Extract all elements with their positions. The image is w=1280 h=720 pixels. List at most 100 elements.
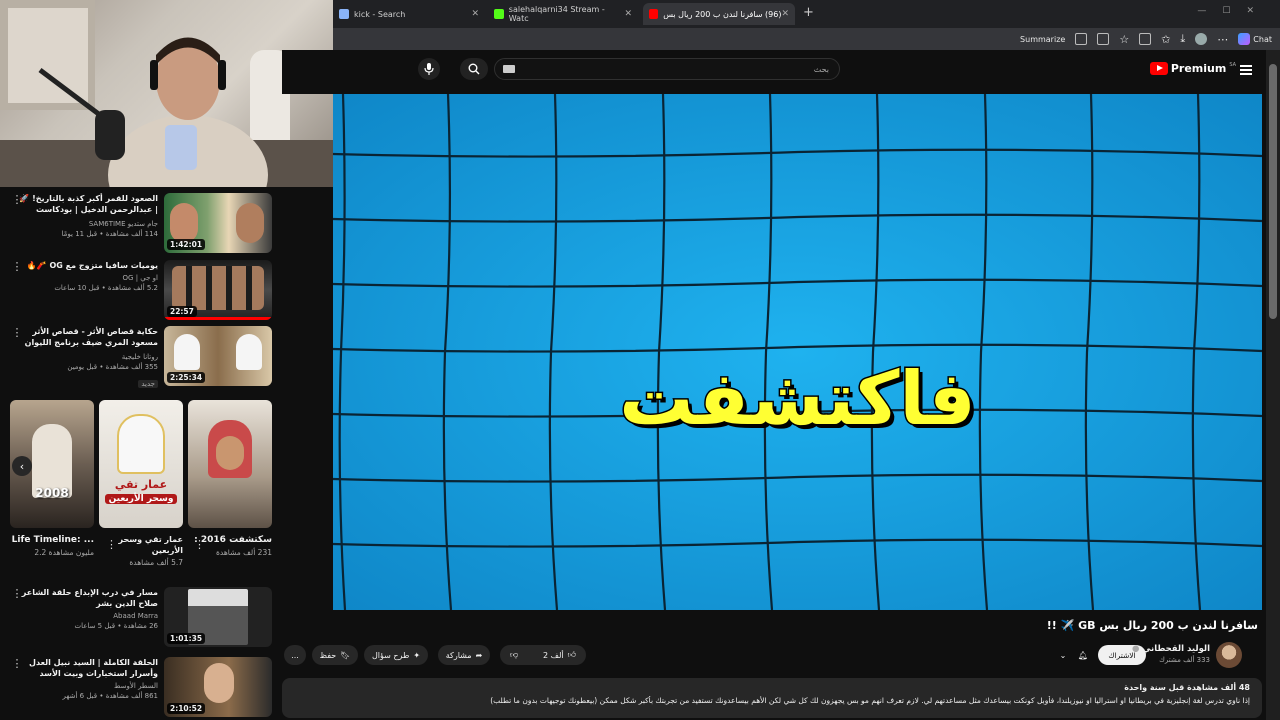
short-thumbnail[interactable] bbox=[188, 400, 272, 528]
like-dislike-group: 👎︎ 2 ألف 👍︎ bbox=[500, 645, 586, 665]
settings-more-icon[interactable]: ⋯ bbox=[1217, 33, 1228, 46]
favorites-icon[interactable]: ✩ bbox=[1161, 33, 1170, 46]
more-options-icon[interactable]: ⋮ bbox=[194, 538, 205, 551]
more-options-icon[interactable]: ⋮ bbox=[10, 657, 24, 670]
ask-button[interactable]: طرح سؤال ✦ bbox=[364, 645, 428, 665]
channel-name[interactable]: الوليد القحطاني ● bbox=[1132, 644, 1210, 654]
thumbnail-faces bbox=[236, 334, 262, 370]
channel-name[interactable]: او جي | OG bbox=[18, 274, 158, 282]
channel-name[interactable]: السطر الأوسط bbox=[18, 682, 158, 690]
chevron-down-icon[interactable]: ⌄ bbox=[1054, 645, 1072, 665]
video-title[interactable]: يوميات سافيا متزوج مع OG 🧨🔥 bbox=[18, 260, 158, 271]
downloads-icon[interactable]: ⤓ bbox=[1180, 32, 1185, 46]
browser-tab-kick-stream[interactable]: salehalqarni34 Stream - Watc ✕ bbox=[488, 3, 638, 25]
favorite-star-icon[interactable]: ☆ bbox=[1119, 33, 1129, 46]
search-input[interactable]: بحث bbox=[494, 58, 840, 80]
like-button[interactable]: 2 ألف 👍︎ bbox=[543, 650, 576, 660]
video-thumbnail[interactable]: 22:57 bbox=[164, 260, 272, 320]
reading-mode-icon[interactable] bbox=[1097, 33, 1110, 45]
extension-icon[interactable] bbox=[1075, 33, 1088, 45]
country-badge: SA bbox=[1229, 62, 1236, 68]
extensions-puzzle-icon[interactable] bbox=[1139, 33, 1152, 45]
more-options-icon[interactable]: ⋮ bbox=[106, 538, 117, 551]
search-button[interactable] bbox=[460, 58, 488, 80]
like-icon: 👍︎ bbox=[567, 650, 576, 659]
channel-info[interactable]: الوليد القحطاني ● 333 ألف مشترك bbox=[1132, 644, 1210, 664]
video-title[interactable]: الحلقة الكاملة | السيد نبيل العدل وأسرار… bbox=[18, 657, 158, 679]
shorts-previous-button[interactable]: ‹ bbox=[12, 456, 32, 476]
video-title[interactable]: مسار في درب الإبداع حلقة الشاعر صلاح الد… bbox=[18, 587, 158, 609]
short-thumbnail-text: 2008 bbox=[35, 486, 69, 500]
video-thumbnail[interactable]: 2:25:34 bbox=[164, 326, 272, 386]
youtube-premium-logo[interactable]: Premium SA bbox=[1149, 62, 1236, 75]
list-item[interactable]: 2:10:52 الحلقة الكاملة | السيد نبيل العد… bbox=[10, 657, 272, 719]
scrollbar-thumb[interactable] bbox=[1269, 64, 1277, 319]
channel-name: SAM6TIME bbox=[88, 220, 126, 228]
list-item[interactable]: 1:01:35 مسار في درب الإبداع حلقة الشاعر … bbox=[10, 587, 272, 649]
video-thumbnail[interactable]: 2:10:52 bbox=[164, 657, 272, 717]
video-meta: الحلقة الكاملة | السيد نبيل العدل وأسرار… bbox=[18, 657, 158, 700]
short-thumbnail-text: عمار تقي bbox=[114, 478, 168, 491]
close-icon[interactable]: ✕ bbox=[781, 9, 789, 19]
more-options-icon[interactable]: ⋮ bbox=[10, 326, 24, 339]
more-options-icon[interactable]: ⋮ bbox=[10, 193, 24, 206]
page-scrollbar[interactable] bbox=[1266, 50, 1280, 720]
window-controls[interactable]: —☐✕ bbox=[1197, 6, 1270, 16]
youtube-header: بحث Premium SA bbox=[282, 50, 1280, 94]
more-options-icon[interactable]: ⋮ bbox=[10, 260, 24, 273]
share-button[interactable]: مشاركة ➦ bbox=[438, 645, 490, 665]
video-title[interactable]: الصعود للقمر أكبر كذبة بالتاريخ! 🚀 | عبد… bbox=[18, 193, 158, 217]
channel-name[interactable]: روتانا خليجية bbox=[18, 353, 158, 361]
browser-tab-youtube[interactable]: (96) سافرنا لندن ب 200 ريال بس ما ✕ bbox=[643, 3, 795, 25]
microphone-icon bbox=[424, 63, 434, 75]
more-options-icon[interactable]: ⋮ bbox=[10, 587, 24, 600]
video-player[interactable]: فاكتشفت bbox=[333, 94, 1262, 610]
tab-label: (96) سافرنا لندن ب 200 ريال بس ما bbox=[663, 9, 782, 19]
keyboard-icon[interactable] bbox=[503, 65, 515, 73]
video-stats: 5.2 ألف مشاهدة • قبل 10 ساعات bbox=[54, 284, 158, 292]
copilot-chat-button[interactable]: Chat bbox=[1238, 33, 1272, 45]
video-description[interactable]: 48 ألف مشاهدة قبل سنة واحدة إذا ناوي تدر… bbox=[282, 678, 1262, 718]
bell-icon[interactable]: 🔔︎ bbox=[1074, 645, 1092, 665]
video-thumbnail[interactable]: 1:01:35 bbox=[164, 587, 272, 647]
video-meta: يوميات سافيا متزوج مع OG 🧨🔥 او جي | OG 5… bbox=[18, 260, 158, 292]
close-icon[interactable]: ✕ bbox=[471, 9, 479, 19]
save-button[interactable]: حفظ 🔖︎ bbox=[312, 645, 358, 665]
search-placeholder: بحث bbox=[813, 64, 829, 74]
verified-icon: ● bbox=[1132, 644, 1140, 654]
short-title[interactable]: Life Timeline: ... bbox=[10, 534, 94, 546]
sparkle-icon: ✦ bbox=[413, 650, 421, 660]
view-count: 48 ألف مشاهدة قبل سنة واحدة bbox=[1124, 683, 1250, 692]
short-label[interactable]: Life Timeline: ... 2.2 مليون مشاهدة bbox=[10, 534, 94, 557]
tab-label: salehalqarni34 Stream - Watc bbox=[508, 5, 605, 23]
thumbnail-faces bbox=[172, 266, 264, 310]
new-tab-button[interactable]: + bbox=[803, 5, 814, 20]
video-thumbnail[interactable]: 1:42:01 bbox=[164, 193, 272, 253]
list-item[interactable]: 22:57 يوميات سافيا متزوج مع OG 🧨🔥 او جي … bbox=[10, 260, 272, 322]
channel-secondary: جام ستديو bbox=[127, 220, 158, 228]
list-item[interactable]: 1:42:01 الصعود للقمر أكبر كذبة بالتاريخ!… bbox=[10, 193, 272, 255]
more-actions-button[interactable]: ... bbox=[284, 645, 306, 665]
browser-tab-kick-search[interactable]: kick - Search ✕ bbox=[333, 3, 485, 25]
hamburger-menu-icon[interactable] bbox=[1240, 65, 1252, 75]
voice-search-button[interactable] bbox=[418, 58, 440, 80]
description-text: إذا ناوي تدرس لغة إنجليزية في بريطانيا ا… bbox=[490, 696, 1250, 705]
channel-name[interactable]: Abaad Marra bbox=[18, 612, 158, 620]
watch-progress-bar bbox=[164, 317, 272, 320]
dislike-button[interactable]: 👎︎ bbox=[510, 650, 518, 660]
profile-avatar[interactable] bbox=[1195, 33, 1208, 45]
ask-label: طرح سؤال bbox=[371, 650, 410, 660]
list-item[interactable]: 2:25:34 حكاية قصاص الأثر - قصاص الأثر مس… bbox=[10, 326, 272, 388]
video-meta: حكاية قصاص الأثر - قصاص الأثر مسعود المر… bbox=[18, 326, 158, 390]
channel-name-text: الوليد القحطاني bbox=[1142, 644, 1210, 654]
tab-label: kick - Search bbox=[354, 9, 406, 19]
thumbnail-faces bbox=[204, 663, 234, 703]
short-thumbnail[interactable]: عمار تقي وسحر الأربعين bbox=[99, 400, 183, 528]
summarize-button[interactable]: Summarize bbox=[1020, 35, 1065, 44]
duration-badge: 2:25:34 bbox=[167, 372, 206, 383]
video-title[interactable]: حكاية قصاص الأثر - قصاص الأثر مسعود المر… bbox=[18, 326, 158, 350]
channel-avatar[interactable] bbox=[1216, 642, 1242, 668]
channel-name[interactable]: جام ستديو SAM6TIME bbox=[18, 220, 158, 228]
share-label: مشاركة bbox=[445, 650, 472, 660]
close-icon[interactable]: ✕ bbox=[624, 9, 632, 19]
